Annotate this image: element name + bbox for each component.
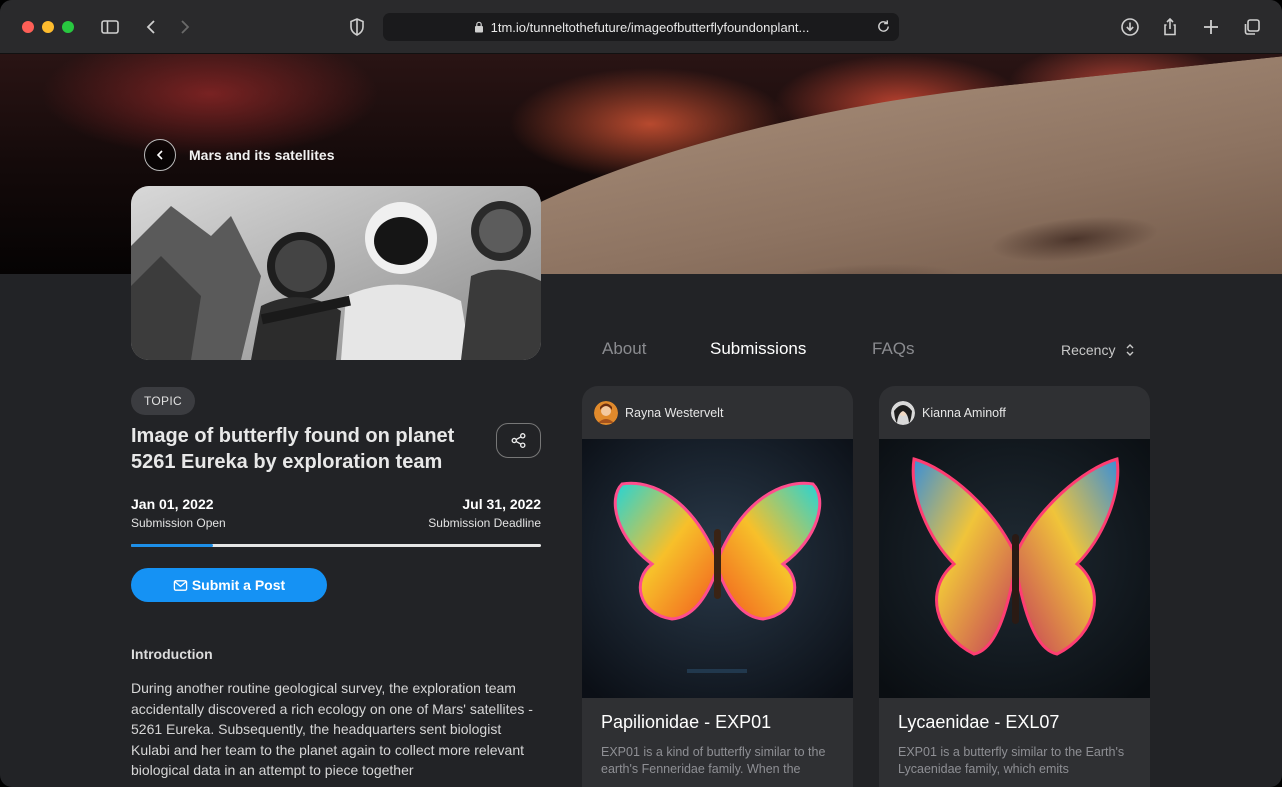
back-button[interactable] [144, 139, 176, 171]
tab-faqs[interactable]: FAQs [872, 339, 915, 359]
submission-open: Jan 01, 2022 Submission Open [131, 496, 226, 530]
close-window-button[interactable] [22, 21, 34, 33]
tab-submissions[interactable]: Submissions [710, 339, 806, 359]
lock-icon [474, 21, 483, 33]
share-button[interactable] [496, 423, 541, 458]
submit-post-button[interactable]: Submit a Post [131, 568, 327, 602]
privacy-shield-icon[interactable] [345, 15, 369, 39]
submit-label: Submit a Post [191, 577, 286, 593]
sort-label: Recency [1061, 342, 1116, 358]
reload-icon[interactable] [876, 19, 891, 34]
sidebar-toggle-icon[interactable] [98, 15, 122, 39]
browser-toolbar: 1tm.io/tunneltothefuture/imageofbutterfl… [0, 0, 1282, 54]
open-date: Jan 01, 2022 [131, 496, 214, 512]
card-header: Rayna Westervelt [582, 386, 853, 439]
url-text: 1tm.io/tunneltothefuture/imageofbutterfl… [490, 19, 810, 35]
topic-badge: TOPIC [131, 387, 195, 415]
submission-description: EXP01 is a kind of butterfly similar to … [601, 745, 826, 776]
sort-chevrons-icon [1126, 344, 1134, 356]
submission-description: EXP01 is a butterfly similar to the Eart… [898, 745, 1125, 776]
topic-cover-image [131, 186, 541, 360]
new-tab-icon[interactable] [1199, 15, 1223, 39]
back-arrow-icon[interactable] [140, 15, 164, 39]
tab-about[interactable]: About [602, 339, 646, 359]
chevron-left-icon [156, 150, 163, 160]
introduction-heading: Introduction [131, 646, 213, 662]
share-page-icon[interactable] [1158, 15, 1182, 39]
sort-dropdown[interactable]: Recency [1061, 342, 1135, 358]
author-name[interactable]: Kianna Aminoff [922, 406, 1006, 420]
introduction-text: During another routine geological survey… [131, 680, 533, 778]
submission-title[interactable]: Lycaenidae - EXL07 [898, 712, 1150, 733]
deadline-label: Submission Deadline [428, 516, 541, 530]
submission-card[interactable]: Kianna Aminoff Lycaenidae - EXL07 EXP01 … [879, 386, 1150, 787]
submission-title[interactable]: Papilionidae - EXP01 [601, 712, 853, 733]
tab-overview-icon[interactable] [1240, 15, 1264, 39]
address-bar[interactable]: 1tm.io/tunneltothefuture/imageofbutterfl… [383, 13, 899, 41]
breadcrumb-label[interactable]: Mars and its satellites [189, 147, 335, 163]
topic-title: Image of butterfly found on planet 5261 … [131, 425, 455, 473]
submission-image [582, 439, 853, 698]
deadline-date: Jul 31, 2022 [462, 496, 541, 512]
share-icon [511, 433, 526, 448]
submission-progress-bar [131, 544, 541, 547]
submission-card[interactable]: Rayna Westervelt Papilionidae - EXP01 EX… [582, 386, 853, 787]
author-name[interactable]: Rayna Westervelt [625, 406, 723, 420]
browser-window: 1tm.io/tunneltothefuture/imageofbutterfl… [0, 0, 1282, 787]
breadcrumb: Mars and its satellites [144, 139, 335, 171]
forward-arrow-icon[interactable] [172, 15, 196, 39]
card-header: Kianna Aminoff [879, 386, 1150, 439]
avatar [594, 400, 618, 425]
avatar [891, 400, 915, 425]
submission-image [879, 439, 1150, 698]
minimize-window-button[interactable] [42, 21, 54, 33]
zoom-window-button[interactable] [62, 21, 74, 33]
mail-icon [173, 579, 188, 591]
open-label: Submission Open [131, 516, 226, 530]
progress-fill [131, 544, 213, 547]
downloads-icon[interactable] [1118, 15, 1142, 39]
submission-deadline: Jul 31, 2022 Submission Deadline [428, 496, 541, 530]
